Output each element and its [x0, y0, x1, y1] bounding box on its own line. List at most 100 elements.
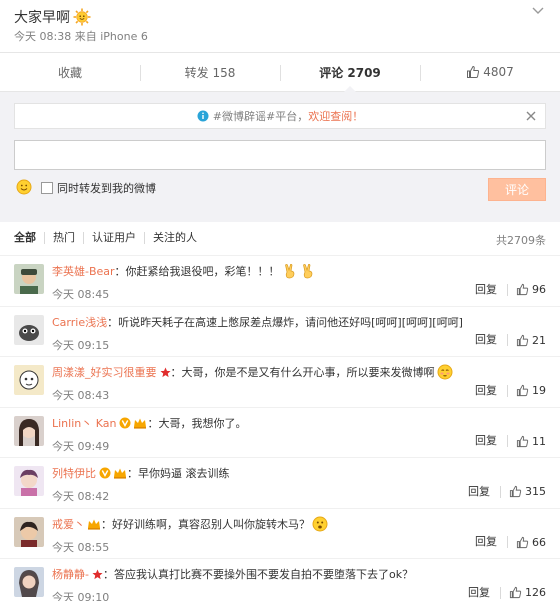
reply-button[interactable]: 回复 [468, 485, 501, 498]
rumor-notice: #微博辟谣#平台， 欢迎查阅！ [14, 103, 546, 129]
reply-button[interactable]: 回复 [475, 384, 508, 397]
comment-body: 戒爱丶 ：好好训练啊，真容忍别人叫你旋转木马？ [52, 516, 328, 532]
post-source[interactable]: iPhone 6 [100, 30, 148, 43]
comment-body: 李英雄-Bear ：你赶紧给我退役吧，彩笔！！！ [52, 263, 316, 279]
post-time: 今天 08:38 [14, 30, 72, 43]
repost-checkbox-row[interactable]: 同时转发到我的微博 [41, 180, 156, 196]
comment-time: 今天 09:49 [52, 439, 110, 453]
reply-button[interactable]: 回复 [468, 586, 501, 599]
comment-tab[interactable]: 评论 2709 [280, 53, 420, 92]
close-icon[interactable] [525, 110, 537, 122]
notice-tag[interactable]: #微博辟谣#平台， [213, 108, 308, 124]
comment-time: 今天 08:43 [52, 389, 110, 402]
comment-item: 戒爱丶 ：好好训练啊，真容忍别人叫你旋转木马？ 今天 08:55 回复 66 [0, 509, 560, 559]
comment-text: ：大哥，你是不是又有什么开心事，所以要来发微博啊 [170, 366, 435, 379]
reply-button[interactable]: 回复 [475, 334, 508, 346]
post-header: 大家早啊 今天 08:38 来自 iPhone 6 [0, 0, 560, 52]
comment-body: Carrie浅浅 ：听说昨天耗子在高速上憋尿差点爆炸，请问他还好吗[呵呵][呵呵… [52, 314, 463, 330]
comment-ops: 回复 11 [475, 435, 546, 448]
comment-body: 列特伊比 ：早你妈逼 滚去训练 [52, 465, 230, 481]
comment-item: Carrie浅浅 ：听说昨天耗子在高速上憋尿差点爆炸，请问他还好吗[呵呵][呵呵… [0, 307, 560, 357]
avatar[interactable] [14, 365, 44, 395]
thumbs-up-icon [516, 283, 529, 296]
thumbs-up-icon [467, 65, 480, 78]
comment-like-count: 96 [532, 283, 546, 296]
filter-following[interactable]: 关注的人 [144, 232, 205, 244]
crown-badge-icon [134, 418, 147, 429]
shy-face-emoji-icon [437, 364, 452, 380]
like-count: 4807 [483, 65, 514, 79]
comment-list: 李英雄-Bear ：你赶紧给我退役吧，彩笔！！！ 今天 08:45 回复 96 [0, 256, 560, 601]
crown-badge-icon [114, 468, 126, 479]
favorite-label: 收藏 [57, 65, 82, 80]
avatar[interactable] [14, 415, 44, 446]
comment-input[interactable] [14, 140, 546, 170]
thumbs-up-icon [516, 384, 529, 397]
comment-like-button[interactable]: 21 [516, 334, 546, 347]
comment-like-button[interactable]: 66 [516, 536, 546, 549]
comment-username[interactable]: Linlin丶 Kan [52, 415, 116, 431]
favorite-button[interactable]: 收藏 [0, 53, 140, 91]
post-action-bar: 收藏 转发 158 评论 2709 4807 [0, 52, 560, 92]
thumbs-up-icon [516, 435, 529, 447]
comment-ops: 回复 96 [475, 283, 546, 296]
comment-like-button[interactable]: 96 [516, 283, 546, 296]
surprised-face-emoji-icon [312, 516, 328, 531]
post-meta: 今天 08:38 来自 iPhone 6 [14, 28, 148, 44]
comment-count: 共2709条 [496, 234, 546, 247]
comment-ops: 回复 66 [475, 536, 546, 549]
comment-like-count: 11 [532, 434, 546, 448]
avatar[interactable] [14, 264, 44, 294]
star-badge-icon [159, 366, 171, 377]
victory-hand-emoji-icon [302, 264, 312, 279]
comment-like-button[interactable]: 19 [516, 384, 546, 397]
comment-like-button[interactable]: 315 [509, 485, 546, 498]
reply-button[interactable]: 回复 [475, 435, 508, 447]
comment-like-count: 126 [525, 586, 546, 599]
comment-username[interactable]: 戒爱丶 [52, 516, 85, 532]
notice-highlight[interactable]: 欢迎查阅！ [308, 108, 363, 124]
comment-username[interactable]: 周漾漾_好实习很重要 [52, 364, 157, 380]
post-text: 大家早啊 [14, 7, 91, 27]
comment-like-count: 19 [532, 384, 546, 397]
repost-checkbox[interactable] [41, 182, 53, 194]
comment-username[interactable]: 李英雄-Bear [52, 263, 115, 279]
verified-v-icon [99, 467, 111, 479]
thumbs-up-icon [509, 485, 522, 498]
comment-text: ：听说昨天耗子在高速上憋尿差点爆炸，请问他还好吗[呵呵][呵呵][呵呵] [107, 315, 463, 329]
comment-body: 杨静静- ：答应我认真打比赛不要操外围不要发自拍不要堕落下去了ok？ [52, 566, 413, 582]
avatar[interactable] [14, 314, 44, 345]
reply-button[interactable]: 回复 [475, 283, 508, 296]
comment-time: 今天 09:10 [52, 591, 110, 601]
comment-like-button[interactable]: 11 [516, 435, 546, 448]
comment-username[interactable]: Carrie浅浅 [52, 314, 107, 330]
filter-hot[interactable]: 热门 [44, 232, 83, 244]
post-text-content: 大家早啊 [14, 10, 70, 26]
comment-body: 周漾漾_好实习很重要 ：大哥，你是不是又有什么开心事，所以要来发微博啊 [52, 364, 453, 380]
like-button[interactable]: 4807 [420, 53, 560, 91]
avatar[interactable] [14, 516, 44, 547]
comment-time: 今天 09:15 [52, 338, 110, 352]
comment-text: ：大哥，我想你了。 [147, 416, 247, 430]
comment-item: 李英雄-Bear ：你赶紧给我退役吧，彩笔！！！ 今天 08:45 回复 96 [0, 256, 560, 307]
repost-button[interactable]: 转发 158 [140, 53, 280, 91]
reply-button[interactable]: 回复 [475, 536, 508, 548]
emoji-picker-icon[interactable] [16, 179, 32, 195]
comment-ops: 回复 21 [475, 334, 546, 347]
avatar[interactable] [14, 466, 44, 496]
crown-badge-icon [88, 519, 100, 530]
comment-text: ：你赶紧给我退役吧，彩笔！！！ [114, 265, 280, 278]
submit-comment-button[interactable]: 评论 [488, 178, 546, 201]
comment-ops: 回复 19 [475, 384, 546, 397]
filter-verified[interactable]: 认证用户 [83, 232, 144, 244]
thumbs-up-icon [516, 536, 529, 548]
comment-like-button[interactable]: 126 [509, 586, 546, 599]
avatar[interactable] [14, 567, 44, 597]
chevron-down-icon[interactable] [530, 5, 546, 17]
comment-username[interactable]: 杨静静- [52, 566, 89, 582]
repost-checkbox-label: 同时转发到我的微博 [57, 182, 156, 195]
filter-all[interactable]: 全部 [14, 232, 44, 244]
comment-username[interactable]: 列特伊比 [52, 465, 96, 481]
comment-text: ：答应我认真打比赛不要操外围不要发自拍不要堕落下去了ok？ [102, 568, 414, 581]
comment-text: ：早你妈逼 滚去训练 [127, 467, 230, 480]
